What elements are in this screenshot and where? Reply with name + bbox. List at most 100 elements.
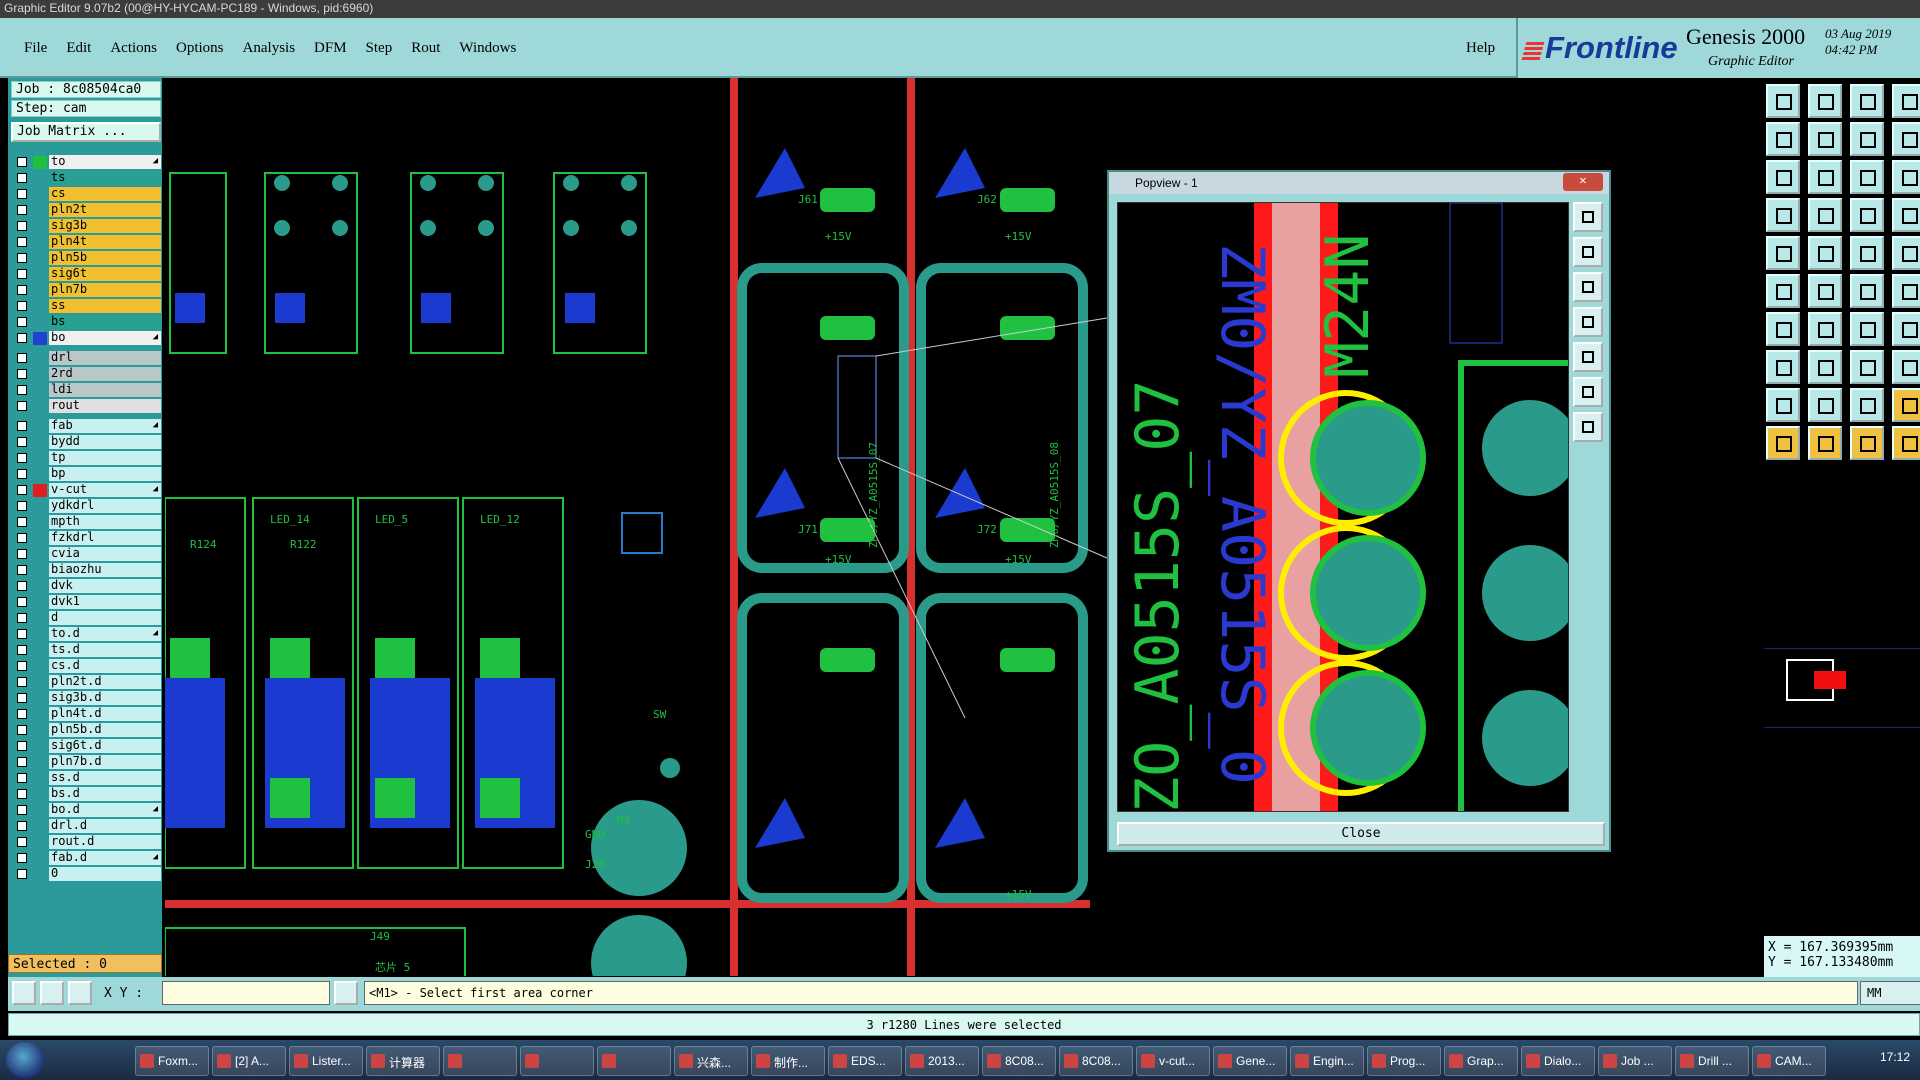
layer-name[interactable]: cs	[49, 187, 161, 201]
layer-row[interactable]: bydd	[11, 434, 161, 450]
layer-checkbox[interactable]	[17, 353, 27, 363]
layer-row[interactable]: bp	[11, 466, 161, 482]
layer-name[interactable]: pln5b	[49, 251, 161, 265]
layer-checkbox[interactable]	[17, 757, 27, 767]
taskbar-item[interactable]: Lister...	[289, 1046, 363, 1076]
layer-row[interactable]: drl.d	[11, 818, 161, 834]
layer-name[interactable]: rout.d	[49, 835, 161, 849]
layer-name[interactable]: drl	[49, 351, 161, 365]
layer-checkbox[interactable]	[17, 301, 27, 311]
layer-checkbox[interactable]	[17, 533, 27, 543]
layer-row[interactable]: ldi	[11, 382, 161, 398]
layer-name[interactable]: biaozhu	[49, 563, 161, 577]
popview-tool-button[interactable]	[1573, 342, 1603, 372]
layer-row[interactable]: rout	[11, 398, 161, 414]
layer-row[interactable]: pln2t.d	[11, 674, 161, 690]
layer-name[interactable]: bydd	[49, 435, 161, 449]
layer-name[interactable]: ts	[49, 171, 161, 185]
taskbar-item[interactable]: 兴森...	[674, 1046, 748, 1076]
layer-row[interactable]: ss	[11, 298, 161, 314]
popview-tool-button[interactable]	[1573, 272, 1603, 302]
tool-button-ref[interactable]	[1808, 312, 1842, 346]
layer-name[interactable]: dvk	[49, 579, 161, 593]
layer-name[interactable]: mpth	[49, 515, 161, 529]
tool-button-edit[interactable]	[1766, 198, 1800, 232]
snap-tool-icon[interactable]	[12, 981, 36, 1005]
layer-checkbox[interactable]	[17, 549, 27, 559]
menu-edit[interactable]: Edit	[66, 40, 91, 57]
layer-name[interactable]: pln5b.d	[49, 723, 161, 737]
layer-name[interactable]: ts.d	[49, 643, 161, 657]
tool-button-draw[interactable]	[1850, 312, 1884, 346]
layer-checkbox[interactable]	[17, 741, 27, 751]
taskbar-item[interactable]: 8C08...	[1059, 1046, 1133, 1076]
layer-name[interactable]: pln4t	[49, 235, 161, 249]
layer-row[interactable]: to ◢	[11, 154, 161, 170]
layer-name[interactable]: ss.d	[49, 771, 161, 785]
layer-checkbox[interactable]	[17, 677, 27, 687]
taskbar-item[interactable]: 计算器	[366, 1046, 440, 1076]
layer-row[interactable]: pln2t	[11, 202, 161, 218]
popview-tool-button[interactable]	[1573, 412, 1603, 442]
minimap[interactable]	[1764, 648, 1920, 728]
taskbar-item[interactable]: Engin...	[1290, 1046, 1364, 1076]
taskbar-item[interactable]: 2013...	[905, 1046, 979, 1076]
layer-row[interactable]: pln5b.d	[11, 722, 161, 738]
popview-tool-button[interactable]	[1573, 307, 1603, 337]
tool-button-move-right[interactable]	[1808, 122, 1842, 156]
menu-actions[interactable]: Actions	[110, 40, 157, 57]
layer-row[interactable]: cs.d	[11, 658, 161, 674]
layer-name[interactable]: cvia	[49, 547, 161, 561]
taskbar-item[interactable]	[443, 1046, 517, 1076]
layer-row[interactable]: dvk	[11, 578, 161, 594]
layer-checkbox[interactable]	[17, 369, 27, 379]
layer-row[interactable]: ts.d	[11, 642, 161, 658]
layer-checkbox[interactable]	[17, 469, 27, 479]
tool-button-pad[interactable]	[1850, 236, 1884, 270]
layer-row[interactable]: rout.d	[11, 834, 161, 850]
menu-help[interactable]: Help	[1466, 40, 1495, 57]
menu-options[interactable]: Options	[176, 40, 224, 57]
tool-button-connect[interactable]	[1766, 274, 1800, 308]
layer-name[interactable]: 0	[49, 867, 161, 881]
layer-name[interactable]: cs.d	[49, 659, 161, 673]
layer-row[interactable]: pln7b.d	[11, 754, 161, 770]
layer-name[interactable]: bs.d	[49, 787, 161, 801]
layer-name[interactable]: v-cut ◢	[49, 483, 161, 497]
layer-name[interactable]: pln7b	[49, 283, 161, 297]
start-button-icon[interactable]	[6, 1042, 44, 1078]
layer-name[interactable]: sig6t	[49, 267, 161, 281]
taskbar-item[interactable]: EDS...	[828, 1046, 902, 1076]
layer-checkbox[interactable]	[17, 837, 27, 847]
layer-checkbox[interactable]	[17, 385, 27, 395]
taskbar-item[interactable]: Gene...	[1213, 1046, 1287, 1076]
layer-name[interactable]: bp	[49, 467, 161, 481]
tool-button-grid[interactable]	[1808, 198, 1842, 232]
layer-row[interactable]: cs	[11, 186, 161, 202]
menu-analysis[interactable]: Analysis	[243, 40, 296, 57]
layer-row[interactable]: d	[11, 610, 161, 626]
tool-button-move-left[interactable]	[1766, 122, 1800, 156]
layer-row[interactable]: 0	[11, 866, 161, 882]
tool-button-pick[interactable]	[1850, 350, 1884, 384]
layer-checkbox[interactable]	[17, 189, 27, 199]
layer-checkbox[interactable]	[17, 789, 27, 799]
tool-button-pattern[interactable]	[1808, 274, 1842, 308]
layer-checkbox[interactable]	[17, 501, 27, 511]
layer-checkbox[interactable]	[17, 317, 27, 327]
layer-checkbox[interactable]	[17, 485, 27, 495]
tool-button-pointer2[interactable]	[1766, 426, 1800, 460]
layer-checkbox[interactable]	[17, 221, 27, 231]
layer-checkbox[interactable]	[17, 869, 27, 879]
layer-name[interactable]: bo ◢	[49, 331, 161, 345]
layer-row[interactable]: sig6t	[11, 266, 161, 282]
layer-row[interactable]: v-cut ◢	[11, 482, 161, 498]
layer-row[interactable]: to.d ◢	[11, 626, 161, 642]
layer-name[interactable]: fzkdrl	[49, 531, 161, 545]
tool-button-link[interactable]	[1808, 350, 1842, 384]
layer-name[interactable]: pln7b.d	[49, 755, 161, 769]
layer-name[interactable]: dvk1	[49, 595, 161, 609]
layer-name[interactable]: d	[49, 611, 161, 625]
grid-tool-icon[interactable]	[68, 981, 92, 1005]
taskbar-item[interactable]	[597, 1046, 671, 1076]
